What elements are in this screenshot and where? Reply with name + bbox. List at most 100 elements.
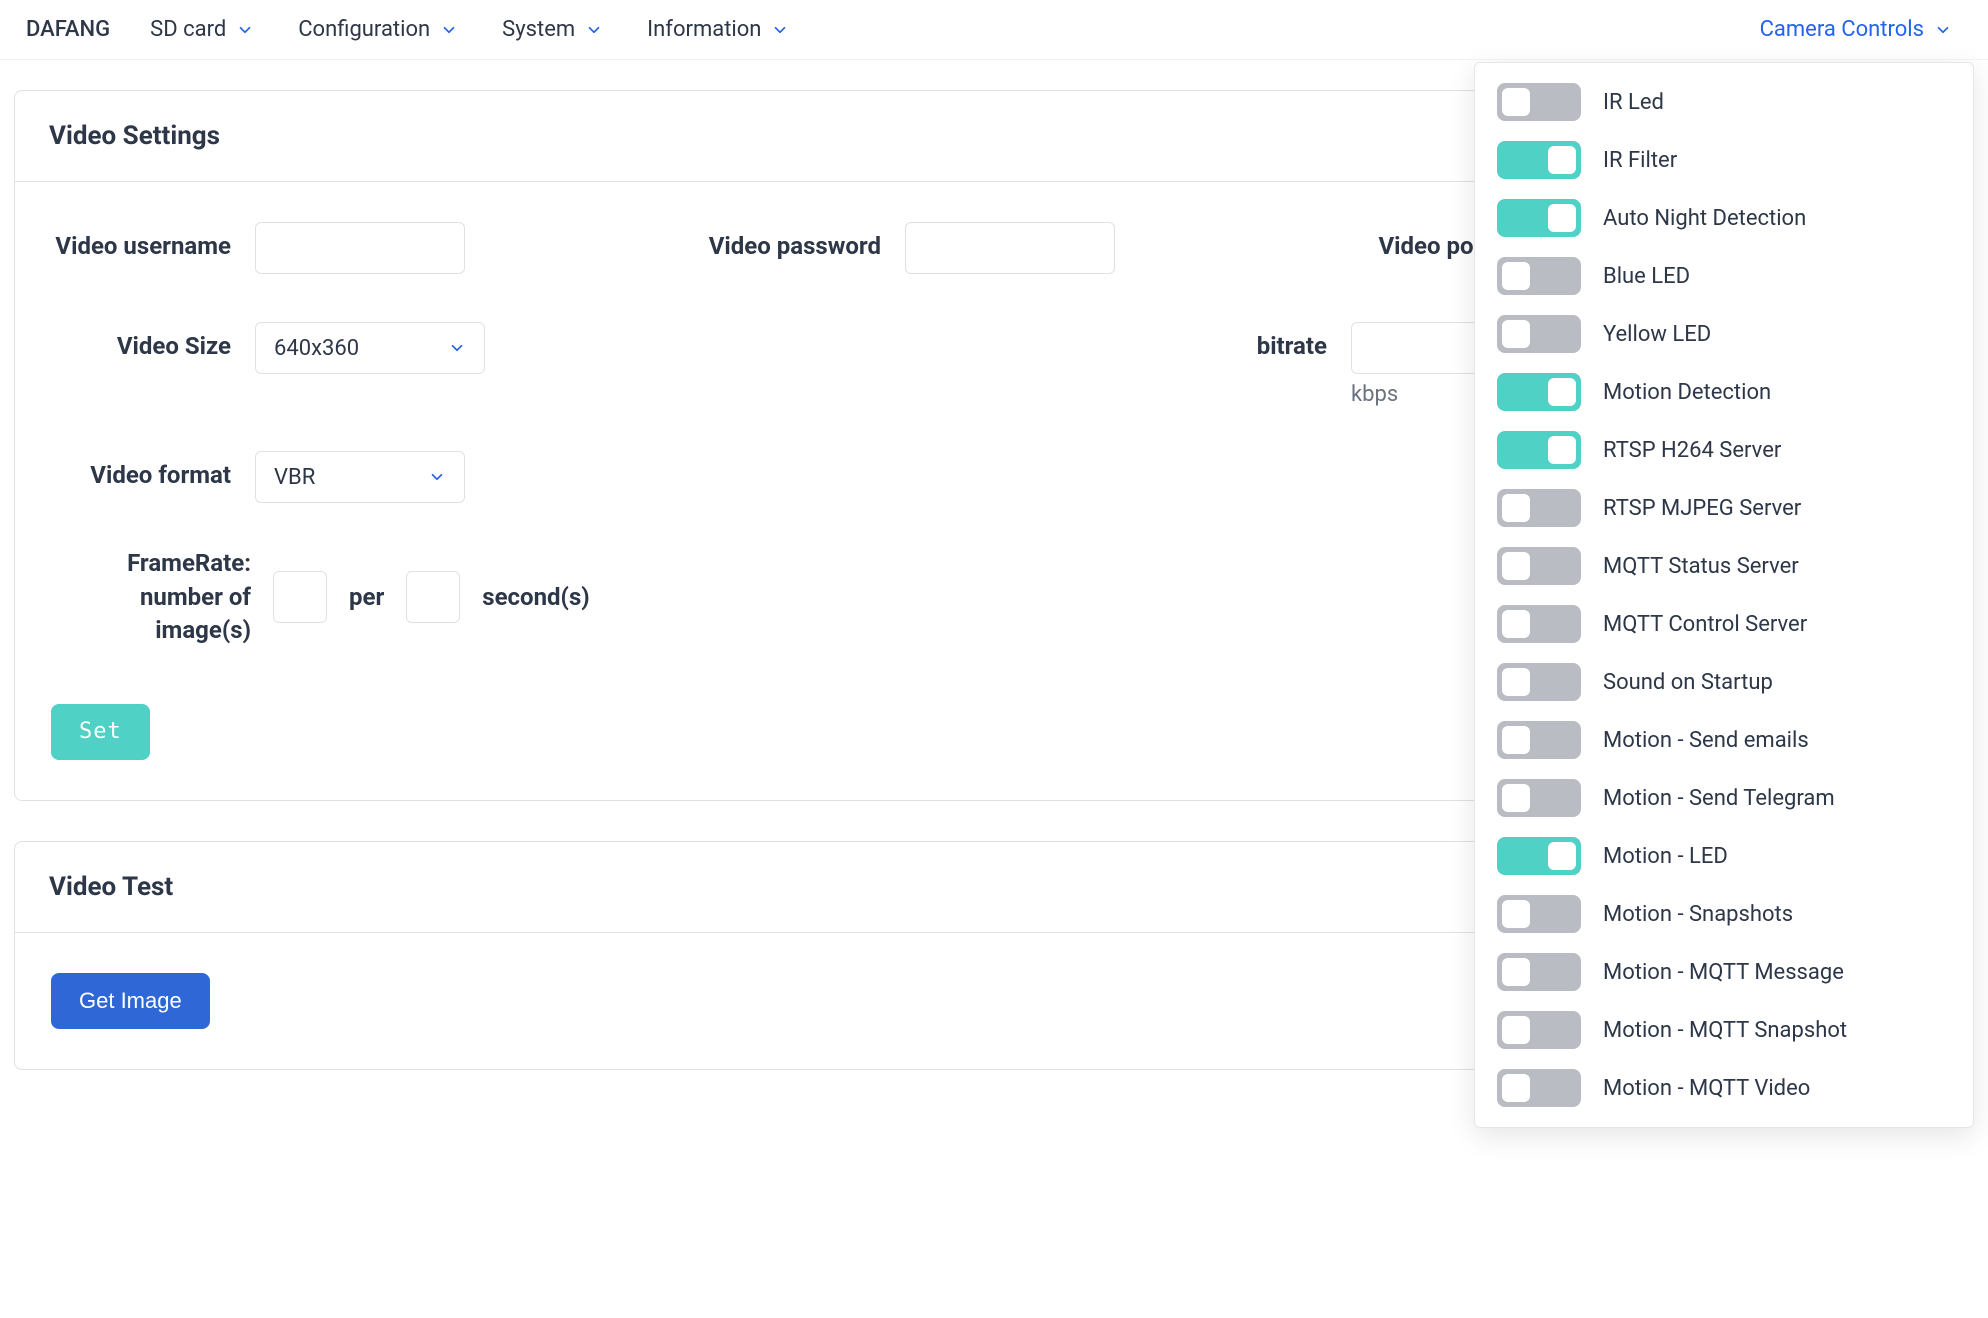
nav-item-sd-card[interactable]: SD card	[128, 0, 276, 59]
camera-control-row: Motion - Send Telegram	[1475, 769, 1973, 827]
video-size-select[interactable]: 640x360	[255, 322, 485, 374]
toggle-label: Motion - LED	[1603, 844, 1728, 869]
video-size-value: 640x360	[274, 336, 359, 361]
toggle-mqtt-status-server[interactable]	[1497, 547, 1581, 585]
label-video-size: Video Size	[51, 322, 231, 362]
camera-control-row: Sound on Startup	[1475, 653, 1973, 711]
toggle-knob	[1502, 726, 1530, 754]
toggle-label: IR Led	[1603, 90, 1664, 115]
label-seconds: second(s)	[482, 583, 589, 611]
toggle-knob	[1548, 378, 1576, 406]
camera-control-row: Auto Night Detection	[1475, 189, 1973, 247]
toggle-label: Sound on Startup	[1603, 670, 1773, 695]
camera-control-row: Motion Detection	[1475, 363, 1973, 421]
nav-item-system[interactable]: System	[480, 0, 625, 59]
toggle-knob	[1502, 958, 1530, 986]
toggle-motion-snapshots[interactable]	[1497, 895, 1581, 933]
toggle-label: Blue LED	[1603, 264, 1690, 289]
chevron-down-icon	[448, 339, 466, 357]
camera-control-row: RTSP MJPEG Server	[1475, 479, 1973, 537]
toggle-motion-send-telegram[interactable]	[1497, 779, 1581, 817]
toggle-sound-on-startup[interactable]	[1497, 663, 1581, 701]
toggle-knob	[1502, 1016, 1530, 1044]
toggle-knob	[1548, 146, 1576, 174]
camera-controls-dropdown: IR LedIR FilterAuto Night DetectionBlue …	[1474, 62, 1974, 1128]
toggle-ir-led[interactable]	[1497, 83, 1581, 121]
video-username-input[interactable]	[255, 222, 465, 274]
toggle-label: Motion - MQTT Video	[1603, 1076, 1810, 1101]
toggle-knob	[1502, 320, 1530, 348]
toggle-knob	[1548, 842, 1576, 870]
label-bitrate: bitrate	[905, 322, 1327, 362]
camera-control-row: IR Led	[1475, 73, 1973, 131]
video-password-input[interactable]	[905, 222, 1115, 274]
toggle-motion-detection[interactable]	[1497, 373, 1581, 411]
toggle-motion-mqtt-snapshot[interactable]	[1497, 1011, 1581, 1049]
toggle-motion-mqtt-message[interactable]	[1497, 953, 1581, 991]
toggle-ir-filter[interactable]	[1497, 141, 1581, 179]
framerate-images-input[interactable]	[273, 571, 327, 623]
video-format-select[interactable]: VBR	[255, 451, 465, 503]
nav-items: SD card Configuration System Information…	[128, 0, 1980, 59]
toggle-knob	[1502, 668, 1530, 696]
label-video-format: Video format	[51, 451, 231, 491]
toggle-auto-night-detection[interactable]	[1497, 199, 1581, 237]
toggle-knob	[1502, 610, 1530, 638]
chevron-down-icon	[1934, 21, 1952, 39]
label-framerate: FrameRate: number of image(s)	[51, 547, 251, 648]
nav-item-camera-controls[interactable]: Camera Controls	[1732, 0, 1980, 59]
toggle-rtsp-h264-server[interactable]	[1497, 431, 1581, 469]
camera-control-row: Motion - MQTT Video	[1475, 1059, 1973, 1117]
toggle-label: RTSP MJPEG Server	[1603, 496, 1801, 521]
set-button[interactable]: Set	[51, 704, 150, 760]
label-video-port: Video port	[1351, 222, 1491, 262]
camera-control-row: RTSP H264 Server	[1475, 421, 1973, 479]
toggle-label: MQTT Control Server	[1603, 612, 1807, 637]
nav-label: Configuration	[298, 17, 430, 42]
framerate-seconds-input[interactable]	[406, 571, 460, 623]
camera-control-row: MQTT Status Server	[1475, 537, 1973, 595]
camera-control-row: Motion - MQTT Snapshot	[1475, 1001, 1973, 1059]
toggle-motion-led[interactable]	[1497, 837, 1581, 875]
toggle-motion-mqtt-video[interactable]	[1497, 1069, 1581, 1107]
toggle-knob	[1502, 262, 1530, 290]
nav-label: System	[502, 17, 575, 42]
navbar: DAFANG SD card Configuration System Info…	[0, 0, 1988, 60]
toggle-blue-led[interactable]	[1497, 257, 1581, 295]
toggle-knob	[1502, 784, 1530, 812]
brand: DAFANG	[8, 0, 128, 59]
video-format-value: VBR	[274, 465, 315, 490]
chevron-down-icon	[428, 468, 446, 486]
camera-control-row: Motion - Snapshots	[1475, 885, 1973, 943]
toggle-label: Motion Detection	[1603, 380, 1771, 405]
toggle-label: RTSP H264 Server	[1603, 438, 1781, 463]
chevron-down-icon	[440, 21, 458, 39]
camera-control-row: Blue LED	[1475, 247, 1973, 305]
label-per: per	[349, 583, 384, 611]
toggle-knob	[1502, 494, 1530, 522]
toggle-label: Yellow LED	[1603, 322, 1711, 347]
toggle-knob	[1502, 1074, 1530, 1102]
toggle-label: Motion - Send Telegram	[1603, 786, 1835, 811]
nav-label: Camera Controls	[1760, 17, 1924, 42]
toggle-rtsp-mjpeg-server[interactable]	[1497, 489, 1581, 527]
toggle-label: MQTT Status Server	[1603, 554, 1799, 579]
camera-control-row: Motion - Send emails	[1475, 711, 1973, 769]
nav-label: SD card	[150, 17, 226, 42]
toggle-label: Motion - Send emails	[1603, 728, 1809, 753]
get-image-button[interactable]: Get Image	[51, 973, 210, 1029]
toggle-label: Auto Night Detection	[1603, 206, 1806, 231]
toggle-label: Motion - MQTT Message	[1603, 960, 1844, 985]
camera-control-row: Yellow LED	[1475, 305, 1973, 363]
nav-item-configuration[interactable]: Configuration	[276, 0, 480, 59]
label-video-username: Video username	[51, 222, 231, 262]
label-video-password: Video password	[701, 222, 881, 262]
toggle-motion-send-emails[interactable]	[1497, 721, 1581, 759]
nav-item-information[interactable]: Information	[625, 0, 811, 59]
toggle-knob	[1502, 88, 1530, 116]
toggle-knob	[1548, 436, 1576, 464]
toggle-knob	[1502, 900, 1530, 928]
toggle-yellow-led[interactable]	[1497, 315, 1581, 353]
nav-label: Information	[647, 17, 761, 42]
toggle-mqtt-control-server[interactable]	[1497, 605, 1581, 643]
